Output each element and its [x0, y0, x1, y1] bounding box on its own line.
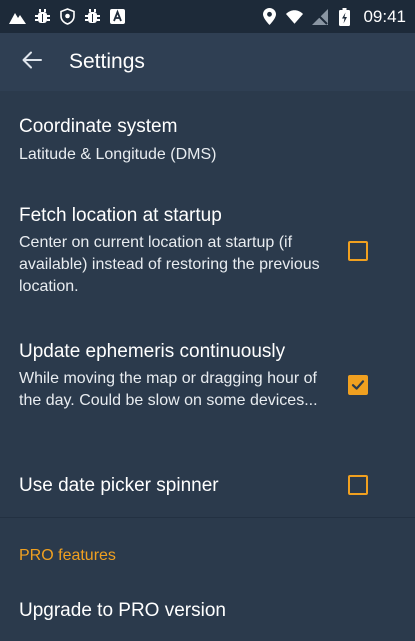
mountain-icon — [9, 8, 26, 25]
fetch-location-checkbox[interactable] — [348, 241, 368, 261]
pref-title: Coordinate system — [19, 116, 178, 137]
section-divider — [0, 517, 415, 518]
pro-features-header: PRO features — [19, 547, 116, 564]
status-bar-system: 09:41 — [261, 7, 406, 27]
status-time: 09:41 — [363, 6, 406, 26]
pref-coordinate-system[interactable]: Coordinate system Latitude & Longitude (… — [0, 91, 415, 187]
status-bar: 09:41 — [0, 0, 415, 33]
pref-title: Upgrade to PRO version — [19, 600, 226, 621]
pref-update-ephemeris[interactable]: Update ephemeris continuously While movi… — [0, 319, 415, 453]
app-bar: Settings — [0, 33, 415, 91]
back-button[interactable] — [4, 34, 60, 90]
pref-date-picker-spinner[interactable]: Use date picker spinner — [0, 453, 415, 517]
pref-summary: While moving the map or dragging hour of… — [19, 370, 318, 409]
wifi-icon — [286, 8, 304, 25]
bug-icon — [34, 8, 51, 25]
pref-title: Use date picker spinner — [19, 475, 219, 496]
arrow-left-icon — [22, 51, 42, 74]
a-box-icon — [109, 8, 126, 25]
bug-icon — [84, 8, 101, 25]
location-pin-icon — [261, 8, 278, 25]
battery-charging-icon — [336, 7, 353, 26]
checkmark-icon — [351, 380, 365, 390]
page-title: Settings — [69, 50, 145, 73]
update-ephemeris-checkbox[interactable] — [348, 375, 368, 395]
pref-fetch-location[interactable]: Fetch location at startup Center on curr… — [0, 187, 415, 319]
pref-title: Fetch location at startup — [19, 205, 222, 226]
pref-summary: Center on current location at startup (i… — [19, 234, 320, 295]
pref-title: Update ephemeris continuously — [19, 341, 286, 362]
date-picker-spinner-checkbox[interactable] — [348, 475, 368, 495]
status-bar-notifications — [9, 8, 261, 25]
no-signal-icon — [311, 8, 328, 25]
pref-upgrade-pro[interactable]: Upgrade to PRO version — [0, 579, 415, 641]
shield-icon — [59, 8, 76, 25]
pref-summary: Latitude & Longitude (DMS) — [19, 146, 217, 163]
